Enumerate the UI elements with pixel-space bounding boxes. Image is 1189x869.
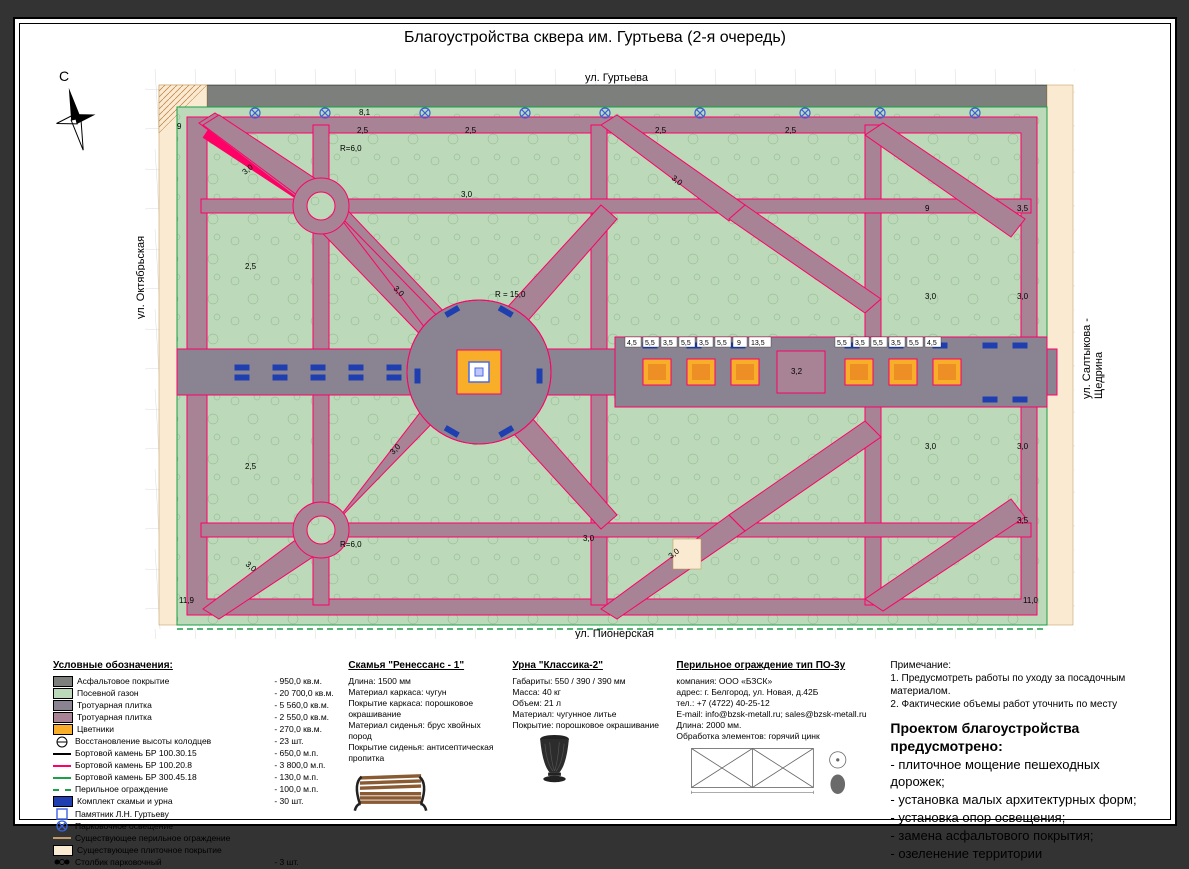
urn-icon (512, 731, 597, 787)
svg-text:3,0: 3,0 (461, 190, 473, 199)
notes-block: Примечание: 1. Предусмотреть работы по у… (890, 659, 1153, 711)
legend-item: Существующее перильное ограждение (53, 833, 334, 844)
legend-item: Бортовой камень БР 300.45.18- 130,0 м.п. (53, 772, 334, 783)
legend-item: Существующее плиточное покрытие (53, 845, 334, 856)
legend-item: Тротуарная плитка- 5 560,0 кв.м. (53, 700, 334, 711)
north-arrow-icon: С (55, 67, 97, 153)
bench-icon (348, 764, 433, 820)
svg-text:11,0: 11,0 (1023, 596, 1039, 605)
railing-icon (676, 742, 876, 807)
urn-spec: Урна "Классика-2" Габариты: 550 / 390 / … (512, 659, 662, 869)
svg-text:4,5: 4,5 (927, 340, 937, 347)
legend-item: Восстановление высоты колодцев- 23 шт. (53, 736, 334, 747)
svg-text:5,5: 5,5 (717, 340, 727, 347)
svg-text:9: 9 (177, 122, 182, 131)
svg-text:2,5: 2,5 (655, 126, 667, 135)
svg-text:2,5: 2,5 (245, 262, 257, 271)
svg-text:3,2: 3,2 (791, 367, 803, 376)
svg-text:3,0: 3,0 (925, 292, 937, 301)
site-plan: 3,2 (145, 69, 1075, 639)
svg-text:ул. Пионерская: ул. Пионерская (575, 628, 654, 639)
svg-text:3,0: 3,0 (1017, 292, 1029, 301)
legend-item: Столбик парковочный- 3 шт. (53, 857, 334, 868)
bench-spec: Скамья "Ренессанс - 1" Длина: 1500 ммМат… (348, 659, 498, 869)
svg-text:3,5: 3,5 (855, 340, 865, 347)
legend-block: Условные обозначения: Асфальтовое покрыт… (53, 659, 1153, 869)
legend-item: Асфальтовое покрытие- 950,0 кв.м. (53, 676, 334, 687)
svg-text:9: 9 (925, 204, 930, 213)
railing-spec: Перильное ограждение тип ПО-3у компания:… (676, 659, 876, 869)
legend-item: Комплект скамьи и урна- 30 шт. (53, 796, 334, 807)
svg-text:ул. Гуртьева: ул. Гуртьева (585, 72, 649, 84)
legend-item: Тротуарная плитка- 2 550,0 кв.м. (53, 712, 334, 723)
svg-text:3,0: 3,0 (583, 534, 595, 543)
svg-text:3,5: 3,5 (891, 340, 901, 347)
svg-text:5,5: 5,5 (837, 340, 847, 347)
legend-item: Цветники- 270,0 кв.м. (53, 724, 334, 735)
legend-item: Парковочное освещение (53, 821, 334, 832)
legend-item: Посевной газон- 20 700,0 кв.м. (53, 688, 334, 699)
svg-text:5,5: 5,5 (681, 340, 691, 347)
project-scope: Проектом благоустройства предусмотрено: … (890, 719, 1153, 863)
svg-text:2,5: 2,5 (357, 126, 369, 135)
legend-header: Условные обозначения: (53, 659, 334, 672)
svg-text:8,1: 8,1 (359, 108, 371, 117)
svg-text:2,5: 2,5 (785, 126, 797, 135)
svg-text:3,5: 3,5 (663, 340, 673, 347)
svg-text:3,5: 3,5 (699, 340, 709, 347)
svg-text:5,5: 5,5 (909, 340, 919, 347)
legend-item: Перильное ограждение- 100,0 м.п. (53, 784, 334, 795)
legend-item: Памятник Л.Н. Гуртьеву (53, 809, 334, 820)
legend-item: Бортовой камень БР 100.30.15- 650,0 м.п. (53, 748, 334, 759)
svg-text:3,5: 3,5 (1017, 516, 1029, 525)
svg-text:С: С (59, 68, 69, 84)
svg-text:R = 15,0: R = 15,0 (495, 290, 526, 299)
legend-key: Условные обозначения: Асфальтовое покрыт… (53, 659, 334, 869)
svg-text:2,5: 2,5 (245, 462, 257, 471)
drawing-sheet: { "title": "Благоустройства сквера им. Г… (14, 18, 1176, 825)
svg-text:R=6,0: R=6,0 (340, 540, 362, 549)
svg-text:3,0: 3,0 (1017, 442, 1029, 451)
svg-text:11,9: 11,9 (179, 596, 195, 605)
svg-text:5,5: 5,5 (873, 340, 883, 347)
svg-text:2,5: 2,5 (465, 126, 477, 135)
svg-text:3,5: 3,5 (1017, 204, 1029, 213)
svg-text:4,5: 4,5 (627, 340, 637, 347)
svg-text:9: 9 (737, 340, 741, 347)
svg-text:3,0: 3,0 (925, 442, 937, 451)
street-east: ул. Салтыкова - Щедрина (1081, 305, 1105, 399)
legend-item: Бортовой камень БР 100.20.8- 3 800,0 м.п… (53, 760, 334, 771)
svg-text:5,5: 5,5 (645, 340, 655, 347)
svg-text:R=6,0: R=6,0 (340, 144, 362, 153)
svg-text:13,5: 13,5 (751, 340, 765, 347)
